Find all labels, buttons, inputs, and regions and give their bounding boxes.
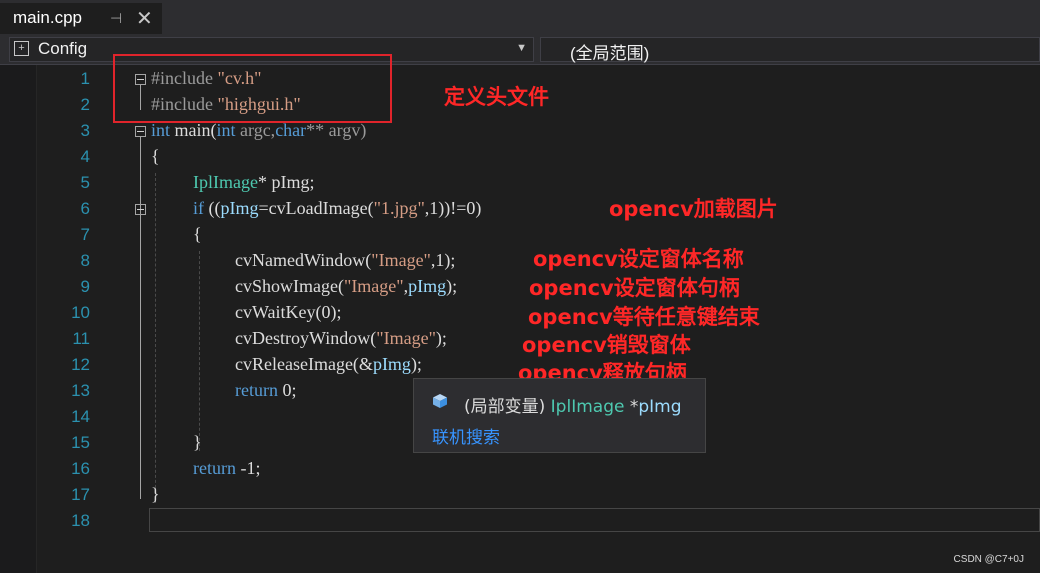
- line-number: 15: [71, 433, 90, 452]
- local-variable-icon: [432, 393, 448, 413]
- annotation-wait: opencv等待任意键结束: [528, 305, 760, 329]
- line-number: 1: [80, 69, 90, 88]
- code-line-10[interactable]: cvWaitKey(0);: [235, 302, 342, 328]
- tab-bar: main.cpp ⊣ ✕: [0, 0, 1040, 34]
- code-line-15[interactable]: }: [193, 432, 202, 458]
- annotation-box: [113, 54, 392, 123]
- code-editor[interactable]: 1 2 3 4 5 6 7 8 9 10 11 12 13 14 15 16 1…: [0, 54, 1040, 573]
- line-number: 8: [80, 251, 90, 270]
- indent-guide: [155, 173, 156, 503]
- code-line-8[interactable]: cvNamedWindow("Image",1);: [235, 250, 455, 276]
- code-line-7[interactable]: {: [193, 224, 202, 250]
- code-line-12[interactable]: cvReleaseImage(&pImg);: [235, 354, 422, 380]
- line-number: 4: [80, 147, 90, 166]
- code-line-9[interactable]: cvShowImage("Image",pImg);: [235, 276, 457, 302]
- config-label: Config: [38, 39, 88, 58]
- line-number: 3: [80, 121, 90, 140]
- config-icon: +: [14, 41, 29, 56]
- annotation-set-name: opencv设定窗体名称: [533, 247, 744, 271]
- line-number: 6: [80, 199, 90, 218]
- line-number: 13: [71, 381, 90, 400]
- code-line-11[interactable]: cvDestroyWindow("Image");: [235, 328, 447, 354]
- line-number: 16: [71, 459, 90, 478]
- close-icon[interactable]: ✕: [136, 6, 153, 30]
- line-number: 7: [80, 225, 90, 244]
- line-number: 10: [71, 303, 90, 322]
- line-number: 12: [71, 355, 90, 374]
- fold-collapse-icon[interactable]: [135, 204, 146, 215]
- code-line-5[interactable]: IplImage* pImg;: [193, 172, 314, 198]
- fold-line: [140, 215, 141, 455]
- code-line-6[interactable]: if ((pImg=cvLoadImage("1.jpg",1))!=0): [193, 198, 481, 224]
- code-line-3[interactable]: int main(int argc,char** argv): [151, 120, 366, 146]
- editor-margin: [0, 65, 37, 573]
- line-number: 17: [71, 485, 90, 504]
- watermark: CSDN @C7+0J: [953, 554, 1024, 565]
- chevron-down-icon[interactable]: ▼: [516, 42, 527, 54]
- line-number: 5: [80, 173, 90, 192]
- annotation-set-handle: opencv设定窗体句柄: [529, 276, 740, 300]
- fold-collapse-icon[interactable]: [135, 126, 146, 137]
- annotation-header: 定义头文件: [444, 85, 549, 109]
- line-number: 18: [71, 511, 90, 530]
- pin-icon[interactable]: ⊣: [110, 11, 122, 27]
- annotation-destroy: opencv销毁窗体: [522, 333, 691, 357]
- tooltip-signature: (局部变量) IplImage *pImg: [464, 397, 682, 417]
- annotation-load: opencv加载图片: [609, 197, 778, 221]
- tab-main-cpp[interactable]: main.cpp ⊣ ✕: [0, 0, 162, 34]
- scope-label: (全局范围): [570, 44, 650, 63]
- quick-info-tooltip: (局部变量) IplImage *pImg 联机搜索: [413, 378, 706, 453]
- online-search-link[interactable]: 联机搜索: [432, 423, 500, 448]
- line-number: 11: [72, 329, 90, 348]
- code-line-13[interactable]: return 0;: [235, 380, 297, 406]
- line-number: 9: [80, 277, 90, 296]
- line-number: 14: [71, 407, 90, 426]
- scope-dropdown[interactable]: (全局范围): [540, 37, 1040, 63]
- current-line-highlight: [149, 508, 1040, 532]
- line-number: 2: [80, 95, 90, 114]
- code-line-16[interactable]: return -1;: [193, 458, 260, 484]
- code-line-4[interactable]: {: [151, 146, 160, 172]
- indent-guide: [199, 251, 200, 451]
- code-line-17[interactable]: }: [151, 484, 160, 510]
- tab-title: main.cpp: [13, 8, 82, 27]
